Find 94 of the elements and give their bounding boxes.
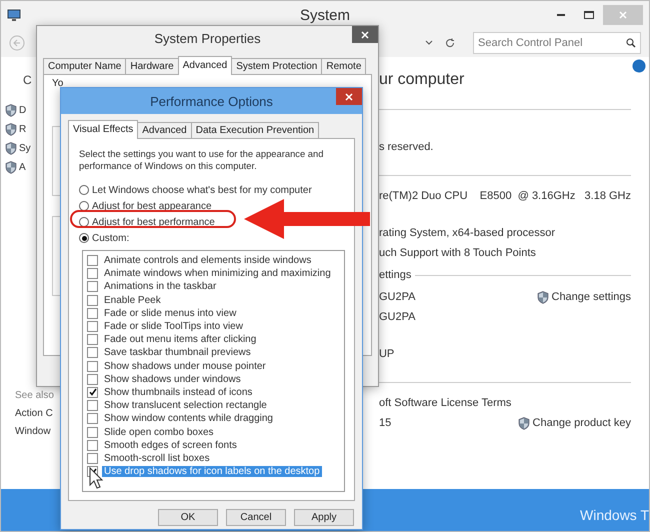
info-text: UP <box>378 348 394 360</box>
see-also-link[interactable]: Action C <box>15 408 53 419</box>
radio-option[interactable]: Custom: <box>79 230 345 246</box>
dialog-title: Performance Options <box>149 94 274 109</box>
tab[interactable]: Remote <box>321 58 366 75</box>
effect-label[interactable]: Fade or slide menus into view <box>102 308 238 319</box>
sidebar-heading[interactable]: C <box>23 73 32 87</box>
effect-label[interactable]: Save taskbar thumbnail previews <box>102 347 253 358</box>
effect-label[interactable]: Fade out menu items after clicking <box>102 334 258 346</box>
dialog-button[interactable]: OK <box>158 509 218 526</box>
chevron-down-icon[interactable] <box>425 40 433 46</box>
checkbox[interactable] <box>87 360 98 372</box>
effect-label[interactable]: Smooth-scroll list boxes <box>102 452 212 464</box>
search-icon <box>626 38 636 48</box>
maximize-icon[interactable] <box>584 11 594 19</box>
info-text: GU2PA <box>378 291 416 303</box>
page-heading: ur computer <box>378 71 464 90</box>
cursor-icon <box>89 467 103 489</box>
checkbox[interactable] <box>87 374 98 385</box>
checkbox[interactable] <box>87 386 98 398</box>
effect-label[interactable]: Animations in the taskbar <box>102 281 218 292</box>
checkbox[interactable] <box>87 334 98 346</box>
shield-icon <box>5 142 17 155</box>
checkbox[interactable] <box>87 321 98 332</box>
effect-label[interactable]: Slide open combo boxes <box>102 426 216 438</box>
close-icon <box>361 30 369 38</box>
effect-label[interactable]: Show shadows under mouse pointer <box>102 360 268 372</box>
close-button[interactable] <box>352 26 378 43</box>
sidebar-link[interactable]: D <box>19 105 26 116</box>
tab[interactable]: Data Execution Prevention <box>190 122 320 139</box>
radio-button[interactable] <box>79 233 89 243</box>
info-text: re(TM)2 Duo CPU E8500 @ 3.16GHz 3.18 GHz <box>378 190 631 202</box>
dialog-button[interactable]: Apply <box>294 509 354 526</box>
info-text: GU2PA <box>378 311 416 323</box>
info-text: uch Support with 8 Touch Points <box>378 247 536 259</box>
dialog-button[interactable]: Cancel <box>226 509 286 526</box>
shield-icon <box>5 104 17 117</box>
effect-label[interactable]: Animate controls and elements inside windows <box>102 255 314 266</box>
dialog-title: System Properties <box>153 31 262 46</box>
see-also-heading: See also <box>15 390 54 401</box>
computer-icon <box>7 8 21 22</box>
effect-label[interactable]: Show window contents while dragging <box>102 413 275 424</box>
effect-label[interactable]: Fade or slide ToolTips into view <box>102 321 245 332</box>
info-text: oft Software License Terms <box>378 397 512 409</box>
sidebar-link[interactable]: Sy <box>19 143 31 154</box>
shield-icon <box>536 290 548 304</box>
arrow-icon <box>244 199 370 239</box>
intro-text: Yo <box>52 78 64 89</box>
checkbox[interactable] <box>87 426 98 438</box>
window-title: System <box>298 6 351 24</box>
section-heading: ettings <box>378 269 412 281</box>
effect-label[interactable]: Animate windows when minimizing and maximizing <box>102 268 333 280</box>
radio-button[interactable] <box>79 217 89 227</box>
radio-button[interactable] <box>79 185 89 195</box>
checkbox[interactable] <box>87 452 98 464</box>
sidebar-link[interactable]: A <box>19 162 26 173</box>
checkbox[interactable] <box>87 268 98 280</box>
effect-label[interactable]: Show shadows under windows <box>102 374 243 385</box>
checkbox[interactable] <box>87 440 98 451</box>
checkbox[interactable] <box>87 281 98 292</box>
refresh-icon[interactable] <box>445 38 455 48</box>
see-also-link[interactable]: Window <box>15 426 51 437</box>
checkmark-icon <box>88 388 96 396</box>
checkbox[interactable] <box>87 400 98 412</box>
tab[interactable]: Visual Effects <box>68 120 138 139</box>
search-field[interactable]: Search Control Panel <box>473 32 641 54</box>
checkbox[interactable] <box>87 255 98 266</box>
description-text: Select the settings you want to use for the appearance and performance of Windows on this computer. <box>79 148 324 172</box>
tab[interactable]: Computer Name <box>43 58 126 75</box>
effect-label[interactable]: Smooth edges of screen fonts <box>102 440 239 451</box>
shield-icon <box>518 416 530 430</box>
shield-icon <box>5 161 17 174</box>
effect-label[interactable]: Show thumbnails instead of icons <box>102 386 254 398</box>
sidebar-link[interactable]: R <box>19 124 26 135</box>
settings-link[interactable]: Change product key <box>518 416 631 430</box>
info-text: s reserved. <box>378 141 434 153</box>
info-text: 15 <box>378 417 392 429</box>
checkbox[interactable] <box>87 294 98 306</box>
radio-option[interactable]: Let Windows choose what's best for my computer <box>79 182 345 198</box>
checkbox[interactable] <box>87 413 98 424</box>
radio-button[interactable] <box>79 201 89 211</box>
effect-label[interactable]: Show translucent selection rectangle <box>102 400 269 412</box>
radio-option[interactable]: Adjust for best appearance <box>79 198 345 214</box>
taskbar-text: Windows T <box>580 507 649 523</box>
close-button[interactable] <box>336 88 362 105</box>
close-icon <box>345 92 353 100</box>
info-text: rating System, x64-based processor <box>378 227 556 239</box>
effect-label[interactable]: Enable Peek <box>102 294 163 306</box>
close-icon <box>619 11 627 19</box>
shield-icon <box>5 123 17 136</box>
settings-link[interactable]: Change settings <box>536 290 631 304</box>
checkbox[interactable] <box>87 308 98 319</box>
checkbox[interactable] <box>87 347 98 358</box>
tab[interactable]: Advanced <box>178 56 232 75</box>
